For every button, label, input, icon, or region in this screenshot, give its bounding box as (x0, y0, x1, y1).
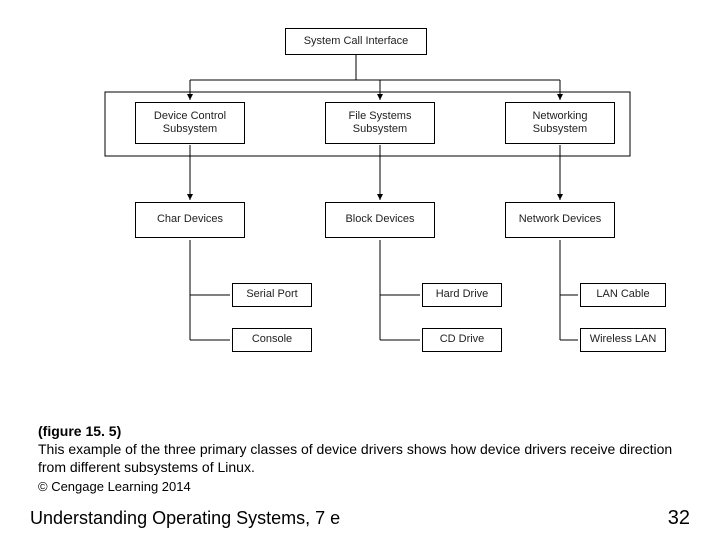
figure-text: This example of the three primary classe… (38, 441, 672, 475)
copyright: © Cengage Learning 2014 (38, 479, 678, 496)
box-lan-cable: LAN Cable (580, 283, 666, 307)
box-console: Console (232, 328, 312, 352)
slide-footer: Understanding Operating Systems, 7 e 32 (30, 507, 690, 530)
box-serial-port: Serial Port (232, 283, 312, 307)
box-networking-subsystem: Networking Subsystem (505, 102, 615, 144)
box-file-systems-subsystem: File Systems Subsystem (325, 102, 435, 144)
box-device-control-subsystem: Device Control Subsystem (135, 102, 245, 144)
box-cd-drive: CD Drive (422, 328, 502, 352)
box-network-devices: Network Devices (505, 202, 615, 238)
box-hard-drive: Hard Drive (422, 283, 502, 307)
figure-label: (figure 15. 5) (38, 423, 121, 439)
box-block-devices: Block Devices (325, 202, 435, 238)
diagram-area: System Call Interface Device Control Sub… (0, 0, 720, 420)
book-title: Understanding Operating Systems, 7 e (30, 508, 340, 529)
box-wireless-lan: Wireless LAN (580, 328, 666, 352)
figure-caption: (figure 15. 5) This example of the three… (38, 422, 678, 495)
box-system-call-interface: System Call Interface (285, 28, 427, 55)
page-number: 32 (668, 507, 690, 530)
box-char-devices: Char Devices (135, 202, 245, 238)
